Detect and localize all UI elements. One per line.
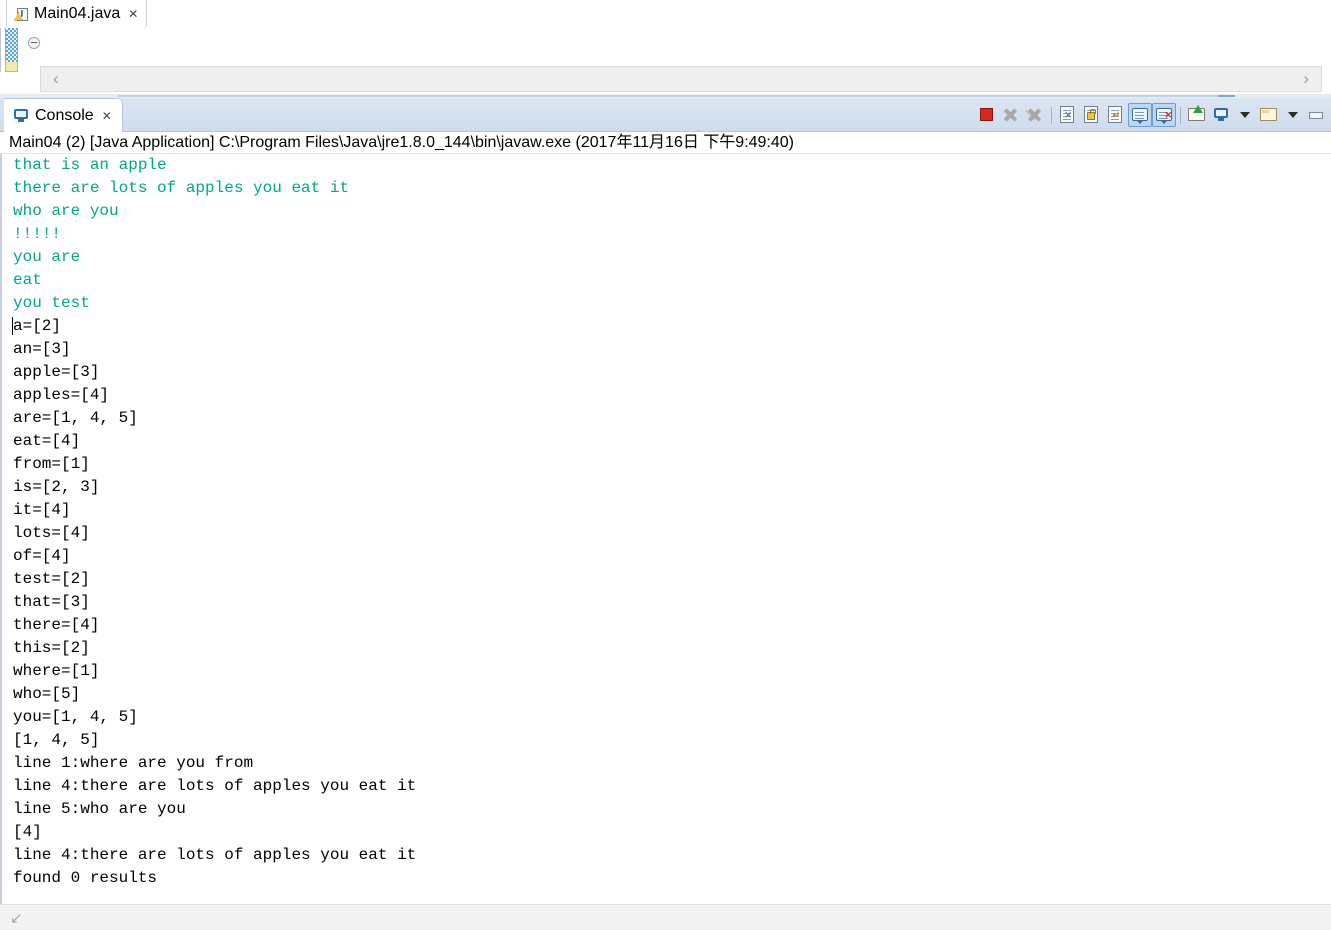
console-output-line: line 1:where are you from xyxy=(13,754,254,772)
console-view: Console ✕ ✕ ↵ ✕ Main04 (2) [Java Applica… xyxy=(0,98,1331,930)
chevron-down-icon xyxy=(1288,112,1298,118)
show-console-on-error-button[interactable]: ✕ xyxy=(1152,103,1176,127)
console-launch-header: Main04 (2) [Java Application] C:\Program… xyxy=(0,132,1331,154)
console-output-line: line 4:there are lots of apples you eat … xyxy=(13,846,417,864)
pane-divider-handle[interactable] xyxy=(1180,95,1235,97)
display-selected-console-button[interactable] xyxy=(1209,103,1233,127)
minimize-icon xyxy=(1309,112,1323,119)
display-console-icon xyxy=(1213,108,1229,122)
scroll-lock-icon xyxy=(1084,106,1098,123)
chevron-down-icon xyxy=(1240,112,1250,118)
remove-all-terminated-button[interactable] xyxy=(1023,103,1047,127)
remove-launch-button[interactable] xyxy=(999,103,1023,127)
remove-all-icon xyxy=(1027,107,1042,122)
console-output-line: who are you xyxy=(13,202,119,220)
close-icon[interactable]: ✕ xyxy=(102,109,112,123)
toolbar-separator-1 xyxy=(1047,103,1056,127)
console-output-line: test=[2] xyxy=(13,570,90,588)
console-toolbar: ✕ ↵ ✕ xyxy=(975,98,1331,132)
java-editor-pane: J Main04.java ✕ public static void main(… xyxy=(0,0,1331,98)
scroll-handle-icon[interactable]: ↙ xyxy=(10,909,23,927)
minimize-button[interactable] xyxy=(1305,103,1329,127)
show-on-stderr-icon: ✕ xyxy=(1156,108,1172,124)
console-output-line: an=[3] xyxy=(13,340,71,358)
console-output-line: you=[1, 4, 5] xyxy=(13,708,138,726)
scroll-right-icon[interactable]: › xyxy=(1291,69,1321,89)
pin-console-button[interactable] xyxy=(1185,103,1209,127)
editor-tab-main04-java[interactable]: J Main04.java ✕ xyxy=(6,0,148,28)
console-output-line: eat xyxy=(13,271,42,289)
console-monitor-icon xyxy=(13,108,29,123)
console-output-line: eat=[4] xyxy=(13,432,81,450)
console-output-line: that is an apple xyxy=(13,156,167,174)
console-output-line: this=[2] xyxy=(13,639,90,657)
console-output-line: apples=[4] xyxy=(13,386,110,404)
tab-console[interactable]: Console ✕ xyxy=(4,98,123,132)
clear-console-button[interactable]: ✕ xyxy=(1056,103,1080,127)
console-output-line: [1, 4, 5] xyxy=(13,731,100,749)
clear-console-icon: ✕ xyxy=(1060,106,1074,123)
console-tab-bar: Console ✕ ✕ ↵ ✕ xyxy=(0,98,1331,132)
pin-arrow-icon xyxy=(1193,105,1203,113)
scroll-left-icon[interactable]: ‹ xyxy=(41,69,71,89)
show-console-on-output-button[interactable] xyxy=(1128,103,1152,127)
open-console-icon xyxy=(1260,108,1277,121)
console-output-line: there are lots of apples you eat it xyxy=(13,179,350,197)
console-output-line: it=[4] xyxy=(13,501,71,519)
console-output-line: there=[4] xyxy=(13,616,100,634)
editor-horizontal-scrollbar[interactable]: ‹ › xyxy=(40,66,1322,92)
console-output-line: a=[2] xyxy=(12,317,62,335)
scroll-lock-button[interactable] xyxy=(1080,103,1104,127)
java-file-icon: J xyxy=(14,7,29,22)
console-output-line: are=[1, 4, 5] xyxy=(13,409,138,427)
console-output-line: !!!!! xyxy=(13,225,62,243)
console-output-line: from=[1] xyxy=(13,455,90,473)
show-on-stdout-icon xyxy=(1132,108,1148,124)
remove-icon xyxy=(1003,107,1018,122)
console-output-line: where=[1] xyxy=(13,662,100,680)
console-output-text[interactable]: that is an apple there are lots of apples… xyxy=(0,154,1331,904)
toolbar-separator-2 xyxy=(1176,103,1185,127)
word-wrap-icon: ↵ xyxy=(1108,106,1122,123)
console-output-line: line 5:who are you xyxy=(13,800,186,818)
console-output-line: found 0 results xyxy=(13,869,158,887)
display-selected-console-dropdown[interactable] xyxy=(1233,103,1257,127)
open-console-button[interactable] xyxy=(1257,103,1281,127)
terminate-icon xyxy=(980,108,993,121)
annotation-ruler-marker xyxy=(5,62,18,72)
terminate-button[interactable] xyxy=(975,103,999,127)
word-wrap-button[interactable]: ↵ xyxy=(1104,103,1128,127)
editor-tab-label: Main04.java xyxy=(34,5,121,22)
console-output-line: you are xyxy=(13,248,81,266)
text-caret xyxy=(12,317,13,335)
console-output-line: apple=[3] xyxy=(13,363,100,381)
console-output-line: of=[4] xyxy=(13,547,71,565)
console-output-line: that=[3] xyxy=(13,593,90,611)
close-icon[interactable]: ✕ xyxy=(128,8,138,20)
console-output-line: line 4:there are lots of apples you eat … xyxy=(13,777,417,795)
console-tab-label: Console xyxy=(35,106,94,124)
open-console-dropdown[interactable] xyxy=(1281,103,1305,127)
console-output-line: who=[5] xyxy=(13,685,81,703)
console-output-line: is=[2, 3] xyxy=(13,478,100,496)
console-output-line: [4] xyxy=(13,823,42,841)
console-output-line: lots=[4] xyxy=(13,524,90,542)
collapse-icon[interactable] xyxy=(28,37,40,49)
editor-tab-bar: J Main04.java ✕ xyxy=(0,0,1331,28)
console-horizontal-scrollbar[interactable]: ↙ xyxy=(0,904,1331,930)
console-output-line: you test xyxy=(13,294,90,312)
